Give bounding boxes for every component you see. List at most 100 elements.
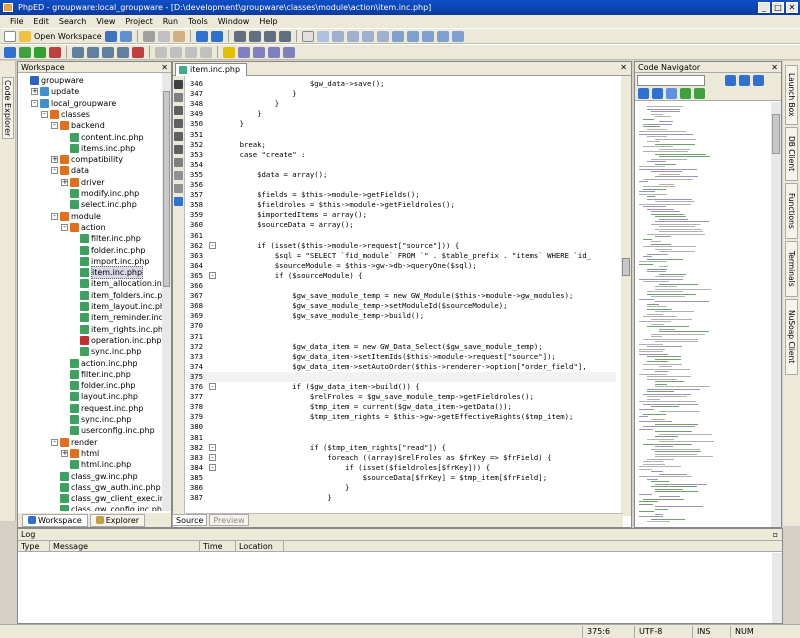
- code-line[interactable]: 376- if ($gw_data_item->build()) {: [186, 382, 616, 392]
- code-line[interactable]: 352 break;: [186, 140, 616, 150]
- tree-item[interactable]: operation.inc.php: [71, 335, 161, 346]
- minimize-button[interactable]: _: [758, 2, 770, 13]
- tree-item[interactable]: item_folders.inc.php: [71, 290, 171, 301]
- code-line[interactable]: 374 $gw_data_item->setAutoOrder($this->r…: [186, 362, 616, 372]
- code-line[interactable]: 367 $gw_save_module_temp = new GW_Module…: [186, 291, 616, 301]
- nav-forward-icon[interactable]: [200, 46, 212, 58]
- column-time[interactable]: Time: [200, 541, 236, 551]
- indent-icon[interactable]: [155, 46, 167, 58]
- tree-item[interactable]: - local_groupware: [31, 98, 116, 109]
- code-line[interactable]: 363 $sql = "SELECT `fid_module` FROM `" …: [186, 251, 616, 261]
- redo-icon[interactable]: [210, 30, 223, 42]
- close-icon[interactable]: ✕: [620, 63, 627, 72]
- fold-toggle-icon[interactable]: -: [209, 453, 216, 461]
- close-file-icon[interactable]: [174, 80, 183, 89]
- step-into-icon[interactable]: [72, 46, 84, 58]
- code-lines[interactable]: 346 $gw_data->save(); 347 } 348 } 349 } 350 …: [186, 76, 616, 516]
- editor-horizontal-scrollbar[interactable]: [186, 513, 623, 527]
- paste-icon[interactable]: [172, 30, 185, 42]
- highlight-icon[interactable]: [223, 46, 235, 58]
- fold-toggle-icon[interactable]: -: [209, 241, 216, 249]
- tree-item[interactable]: item_layout.inc.php: [71, 301, 170, 312]
- close-button[interactable]: ✕: [786, 2, 798, 13]
- tab-code-explorer[interactable]: Code Explorer: [2, 77, 14, 139]
- tree-item[interactable]: - action: [61, 222, 106, 233]
- code-line[interactable]: 356: [186, 180, 616, 190]
- maximize-button[interactable]: □: [772, 2, 784, 13]
- tree-item[interactable]: + compatibility: [51, 154, 123, 165]
- panel4-icon[interactable]: [436, 30, 449, 42]
- fold-toggle-icon[interactable]: -: [209, 271, 216, 279]
- code-line[interactable]: 385 $sourceData[$frKey] = $tmp_item[$frF…: [186, 473, 616, 483]
- fold-toggle-icon[interactable]: -: [209, 463, 216, 471]
- code-line[interactable]: 380: [186, 422, 616, 432]
- code-line[interactable]: 383- foreach ((array)$relFroles as $frKe…: [186, 453, 616, 463]
- uncomment-icon[interactable]: [268, 46, 280, 58]
- properties-icon[interactable]: [174, 184, 183, 193]
- menu-view[interactable]: View: [96, 15, 115, 28]
- code-line[interactable]: 359 $importedItems = array();: [186, 210, 616, 220]
- expand-toggle-icon[interactable]: -: [31, 99, 38, 107]
- workspace-scrollbar[interactable]: [162, 73, 171, 511]
- code-line[interactable]: 366: [186, 281, 616, 291]
- layout3-icon[interactable]: [361, 30, 374, 42]
- step-over-icon[interactable]: [87, 46, 99, 58]
- split-icon[interactable]: [174, 106, 183, 115]
- nav-sort-icon[interactable]: [652, 88, 663, 99]
- fold-toggle-icon[interactable]: -: [209, 383, 216, 390]
- tree-item[interactable]: request.inc.php: [61, 403, 143, 414]
- expand-toggle-icon[interactable]: +: [61, 449, 68, 457]
- navigator-scrollbar[interactable]: [771, 102, 781, 527]
- code-line[interactable]: 357 $fields = $this->module->getFields()…: [186, 190, 616, 200]
- code-line[interactable]: 364 $sourceModule = $this->gw->db->query…: [186, 261, 616, 271]
- menu-file[interactable]: File: [10, 15, 23, 28]
- editor-vertical-scrollbar[interactable]: [621, 76, 631, 516]
- code-line[interactable]: 378 $tmp_item = current($gw_data_item->g…: [186, 402, 616, 412]
- code-line[interactable]: 365- if ($sourceModule) {: [186, 271, 616, 281]
- menu-help[interactable]: Help: [259, 15, 277, 28]
- code-line[interactable]: 379 $tmp_item_rights = $this->gw->getEff…: [186, 412, 616, 422]
- tab-functions[interactable]: Functions: [785, 183, 798, 239]
- close-icon[interactable]: ✕: [161, 62, 168, 73]
- expand-toggle-icon[interactable]: +: [51, 156, 58, 164]
- expand-toggle-icon[interactable]: -: [61, 223, 68, 231]
- info-icon[interactable]: [174, 197, 183, 206]
- panel5-icon[interactable]: [451, 30, 464, 42]
- tree-item[interactable]: filter.inc.php: [61, 369, 131, 380]
- tree-item[interactable]: item.inc.php: [71, 266, 144, 280]
- tab-terminals[interactable]: Terminals: [785, 241, 798, 297]
- code-line[interactable]: 377 $relFroles = $gw_save_module_temp->g…: [186, 392, 616, 402]
- outdent-icon[interactable]: [170, 46, 182, 58]
- view-icon[interactable]: [301, 30, 314, 42]
- column-message[interactable]: Message: [50, 541, 200, 551]
- close-icon[interactable]: ✕: [771, 62, 778, 73]
- expand-toggle-icon[interactable]: -: [51, 122, 58, 130]
- tree-item[interactable]: class_gw_config.inc.php: [51, 504, 167, 511]
- layout-icon[interactable]: [331, 30, 344, 42]
- tree-item[interactable]: layout.inc.php: [61, 391, 138, 402]
- tree-item[interactable]: items.inc.php: [61, 143, 135, 154]
- panel3-icon[interactable]: [421, 30, 434, 42]
- menu-project[interactable]: Project: [125, 15, 152, 28]
- tab-item-inc-php[interactable]: item.inc.php: [175, 63, 248, 76]
- tree-item[interactable]: + update: [31, 86, 79, 97]
- tab-nusoap-client[interactable]: NuSoap Client: [785, 299, 798, 375]
- code-line[interactable]: 350 }: [186, 119, 616, 129]
- nav-view3-icon[interactable]: [753, 75, 764, 86]
- code-line[interactable]: 348 }: [186, 99, 616, 109]
- tree-item[interactable]: action.inc.php: [61, 358, 138, 369]
- breakpoint-icon[interactable]: [132, 46, 144, 58]
- fold-toggle-icon[interactable]: -: [209, 443, 216, 451]
- panel-icon[interactable]: [391, 30, 404, 42]
- expand-toggle-icon[interactable]: -: [41, 110, 48, 118]
- cut-icon[interactable]: [142, 30, 155, 42]
- tab-launch-box[interactable]: Launch Box: [785, 65, 798, 125]
- log-scrollbar[interactable]: [772, 553, 782, 623]
- find-icon[interactable]: [233, 30, 246, 42]
- nav-class-icon[interactable]: [666, 88, 677, 99]
- nav-view-icon[interactable]: [725, 75, 736, 86]
- code-line[interactable]: 381: [186, 433, 616, 443]
- comment-icon[interactable]: [253, 46, 265, 58]
- layout2-icon[interactable]: [346, 30, 359, 42]
- code-line[interactable]: 351: [186, 130, 616, 140]
